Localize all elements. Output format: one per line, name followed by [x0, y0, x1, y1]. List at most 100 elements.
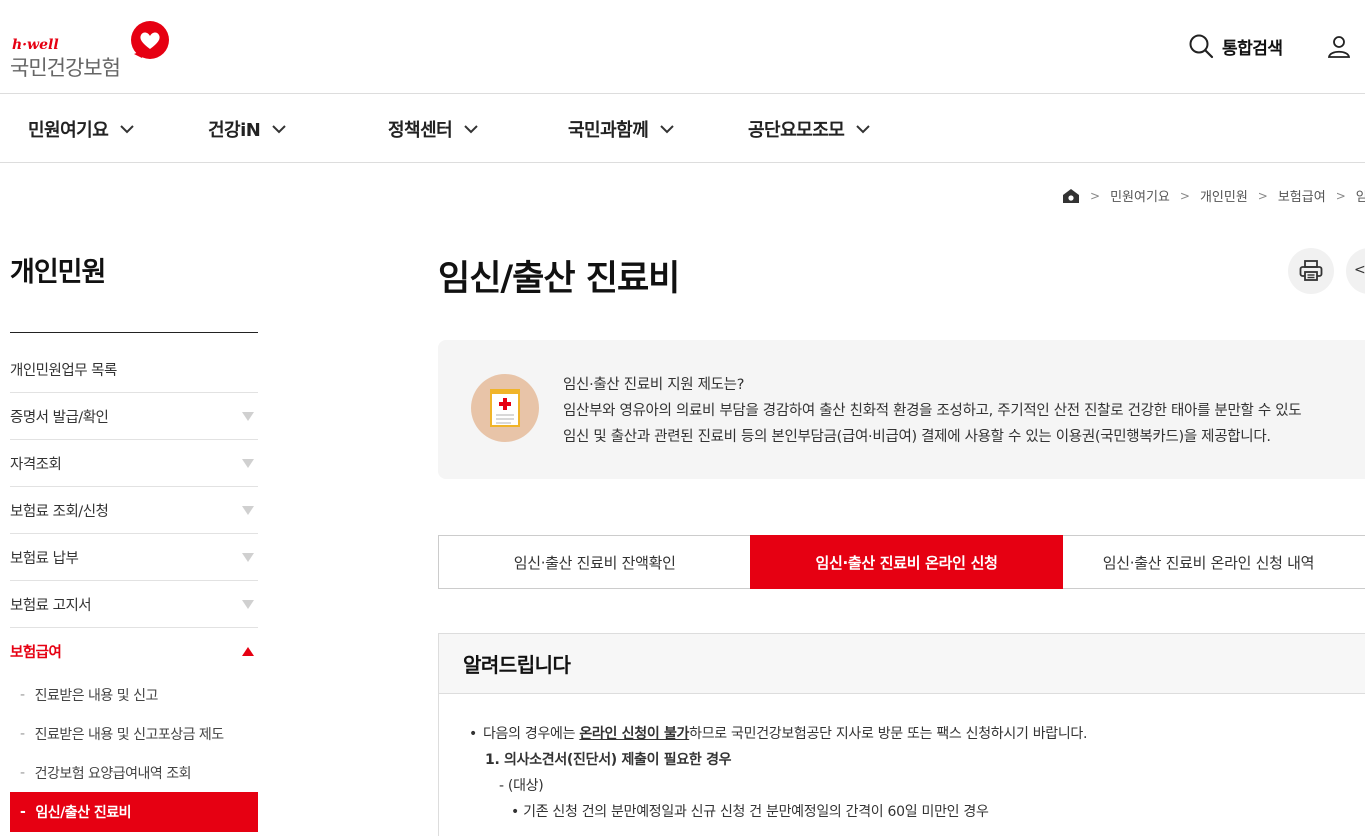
breadcrumb-item[interactable]: 보험급여 [1278, 186, 1326, 205]
share-icon: < [1354, 262, 1365, 278]
sidebar-item-label: 보험급여 [10, 645, 62, 661]
tab-label: 임신·출산 진료비 온라인 신청 내역 [1102, 553, 1315, 572]
sidebar-item-premium-inquiry[interactable]: 보험료 조회/신청 [10, 487, 258, 534]
notice-box: 알려드립니다 • 다음의 경우에는 온라인 신청이 불가하므로 국민건강보험공단 … [438, 633, 1365, 836]
breadcrumb-separator: > [1257, 188, 1268, 203]
sidebar-subitem-label: 건강보험 요양급여내역 조회 [34, 765, 192, 782]
gnb-item-health[interactable]: 건강iN [208, 116, 287, 142]
user-icon[interactable] [1326, 34, 1352, 60]
site-header: h·well 국민건강보험 통합검색 [0, 0, 1365, 94]
tab-apply-history[interactable]: 임신·출산 진료비 온라인 신청 내역 [1062, 535, 1365, 589]
sidebar-item-eligibility[interactable]: 자격조회 [10, 440, 258, 487]
triangle-down-icon [242, 552, 254, 562]
sidebar-subitem-label: 진료받은 내용 및 신고포상금 제도 [34, 726, 225, 743]
logo-hwell-text: h·well [12, 37, 59, 53]
sidebar-item-insurance-benefit[interactable]: 보험급여 [10, 628, 258, 675]
sidebar-item-label: 보험료 조회/신청 [10, 503, 109, 520]
breadcrumb: > 민원여기요 > 개인민원 > 보험급여 > 임 [1062, 186, 1365, 205]
breadcrumb-item[interactable]: 민원여기요 [1110, 186, 1170, 205]
sidebar-subitem-treatment-report[interactable]: - 진료받은 내용 및 신고 [10, 675, 258, 714]
sidebar-menu: 개인민원업무 목록 증명서 발급/확인 자격조회 보험료 조회/신청 보험료 납… [10, 346, 258, 832]
notice-body: • 다음의 경우에는 온라인 신청이 불가하므로 국민건강보험공단 지사로 방문 … [439, 694, 1365, 825]
logo-main-text: 국민건강보험 [10, 56, 121, 80]
global-nav: 민원여기요 건강iN 정책센터 국민과함께 공단요모조모 [0, 94, 1365, 163]
triangle-down-icon [242, 411, 254, 421]
home-icon[interactable] [1062, 188, 1080, 204]
triangle-up-icon [242, 647, 254, 656]
chevron-down-icon [120, 124, 135, 133]
tab-balance-check[interactable]: 임신·출산 진료비 잔액확인 [438, 535, 751, 589]
gnb-item-label: 정책센터 [388, 120, 453, 141]
integrated-search-button[interactable]: 통합검색 [1188, 32, 1283, 60]
sidebar-subitem-benefit-history[interactable]: - 건강보험 요양급여내역 조회 [10, 753, 258, 792]
medical-document-icon [471, 374, 539, 442]
sidebar-item-label: 개인민원업무 목록 [10, 362, 117, 379]
notice-emphasis: 온라인 신청이 불가 [579, 726, 690, 742]
gnb-item-policy[interactable]: 정책센터 [388, 116, 478, 142]
gnb-item-label: 건강iN [208, 120, 261, 141]
tab-label: 임신·출산 진료비 잔액확인 [513, 553, 676, 572]
sidebar-item-label: 보험료 납부 [10, 550, 79, 567]
chevron-down-icon [660, 124, 675, 133]
sidebar-subitem-label: 임신/출산 진료비 [35, 805, 131, 821]
printer-icon [1299, 260, 1323, 281]
breadcrumb-item-current: 임 [1355, 190, 1365, 205]
breadcrumb-separator: > [1179, 188, 1190, 203]
sidebar-title: 개인민원 [10, 257, 106, 288]
gnb-item-label: 국민과함께 [568, 120, 649, 141]
logo-heart-icon [131, 21, 169, 59]
chevron-down-icon [272, 124, 287, 133]
notice-heading: 알려드립니다 [439, 634, 1365, 694]
sidebar-item-premium-payment[interactable]: 보험료 납부 [10, 534, 258, 581]
intro-description: 임신·출산 진료비 지원 제도는? 임산부와 영유아의 의료비 부담을 경감하여… [563, 372, 1302, 450]
notice-line: • 다음의 경우에는 온라인 신청이 불가하므로 국민건강보험공단 지사로 방문 … [469, 721, 1365, 747]
triangle-down-icon [242, 505, 254, 515]
sidebar-subitem-label: 진료받은 내용 및 신고 [34, 687, 159, 704]
page-title: 임신/출산 진료비 [438, 259, 680, 299]
tab-label: 임신·출산 진료비 온라인 신청 [815, 553, 998, 572]
dash-marker: - [20, 804, 26, 820]
print-button[interactable] [1288, 248, 1334, 294]
nhis-logo[interactable]: h·well 국민건강보험 [10, 20, 180, 80]
gnb-item-civil[interactable]: 민원여기요 [28, 116, 135, 142]
breadcrumb-item[interactable]: 개인민원 [1200, 186, 1248, 205]
search-label: 통합검색 [1222, 38, 1283, 59]
sidebar-item-label: 보험료 고지서 [10, 597, 92, 614]
triangle-down-icon [242, 599, 254, 609]
intro-line: 임신·출산 진료비 지원 제도는? [563, 377, 745, 393]
intro-line: 임산부와 영유아의 의료비 부담을 경감하여 출산 친화적 환경을 조성하고, … [563, 403, 1302, 419]
share-button[interactable]: < [1346, 248, 1365, 294]
sidebar-divider [10, 332, 258, 333]
notice-line: 1. 의사소견서(진단서) 제출이 필요한 경우 [485, 752, 732, 768]
sidebar-item-premium-notice[interactable]: 보험료 고지서 [10, 581, 258, 628]
chevron-down-icon [856, 124, 871, 133]
sidebar-item-civil-list[interactable]: 개인민원업무 목록 [10, 346, 258, 393]
sidebar-item-label: 자격조회 [10, 456, 62, 473]
search-icon [1189, 34, 1214, 59]
dash-marker: - [20, 686, 25, 703]
intro-box: 임신·출산 진료비 지원 제도는? 임산부와 영유아의 의료비 부담을 경감하여… [438, 340, 1365, 479]
dash-marker: - [20, 725, 25, 742]
sidebar-submenu: - 진료받은 내용 및 신고 - 진료받은 내용 및 신고포상금 제도 - 건강… [10, 675, 258, 832]
tab-online-apply[interactable]: 임신·출산 진료비 온라인 신청 [750, 535, 1063, 589]
chevron-down-icon [464, 124, 478, 133]
sidebar-item-certificate[interactable]: 증명서 발급/확인 [10, 393, 258, 440]
sidebar-item-label: 증명서 발급/확인 [10, 409, 109, 426]
triangle-down-icon [242, 458, 254, 468]
content-tabs: 임신·출산 진료비 잔액확인 임신·출산 진료비 온라인 신청 임신·출산 진료… [438, 535, 1365, 589]
notice-line: • 기존 신청 건의 분만예정일과 신규 신청 건 분만예정일의 간격이 60일… [511, 804, 989, 820]
intro-line: 임신 및 출산과 관련된 진료비 등의 본인부담금(급여·비급여) 결제에 사용… [563, 429, 1271, 445]
breadcrumb-separator: > [1335, 188, 1346, 203]
sidebar-subitem-pregnancy-cost[interactable]: - 임신/출산 진료비 [10, 792, 258, 832]
notice-text: 하므로 국민건강보험공단 지사로 방문 또는 팩스 신청하시기 바랍니다. [689, 726, 1088, 742]
gnb-item-together[interactable]: 국민과함께 [568, 116, 675, 142]
dash-marker: - [20, 764, 25, 781]
bullet-marker: • [469, 726, 477, 742]
breadcrumb-separator: > [1090, 188, 1101, 203]
gnb-item-label: 민원여기요 [28, 120, 109, 141]
gnb-item-label: 공단요모조모 [748, 120, 845, 141]
notice-line: - (대상) [499, 778, 544, 794]
sidebar-subitem-reward[interactable]: - 진료받은 내용 및 신고포상금 제도 [10, 714, 258, 753]
notice-text: 다음의 경우에는 [482, 726, 580, 742]
gnb-item-about[interactable]: 공단요모조모 [748, 116, 871, 142]
